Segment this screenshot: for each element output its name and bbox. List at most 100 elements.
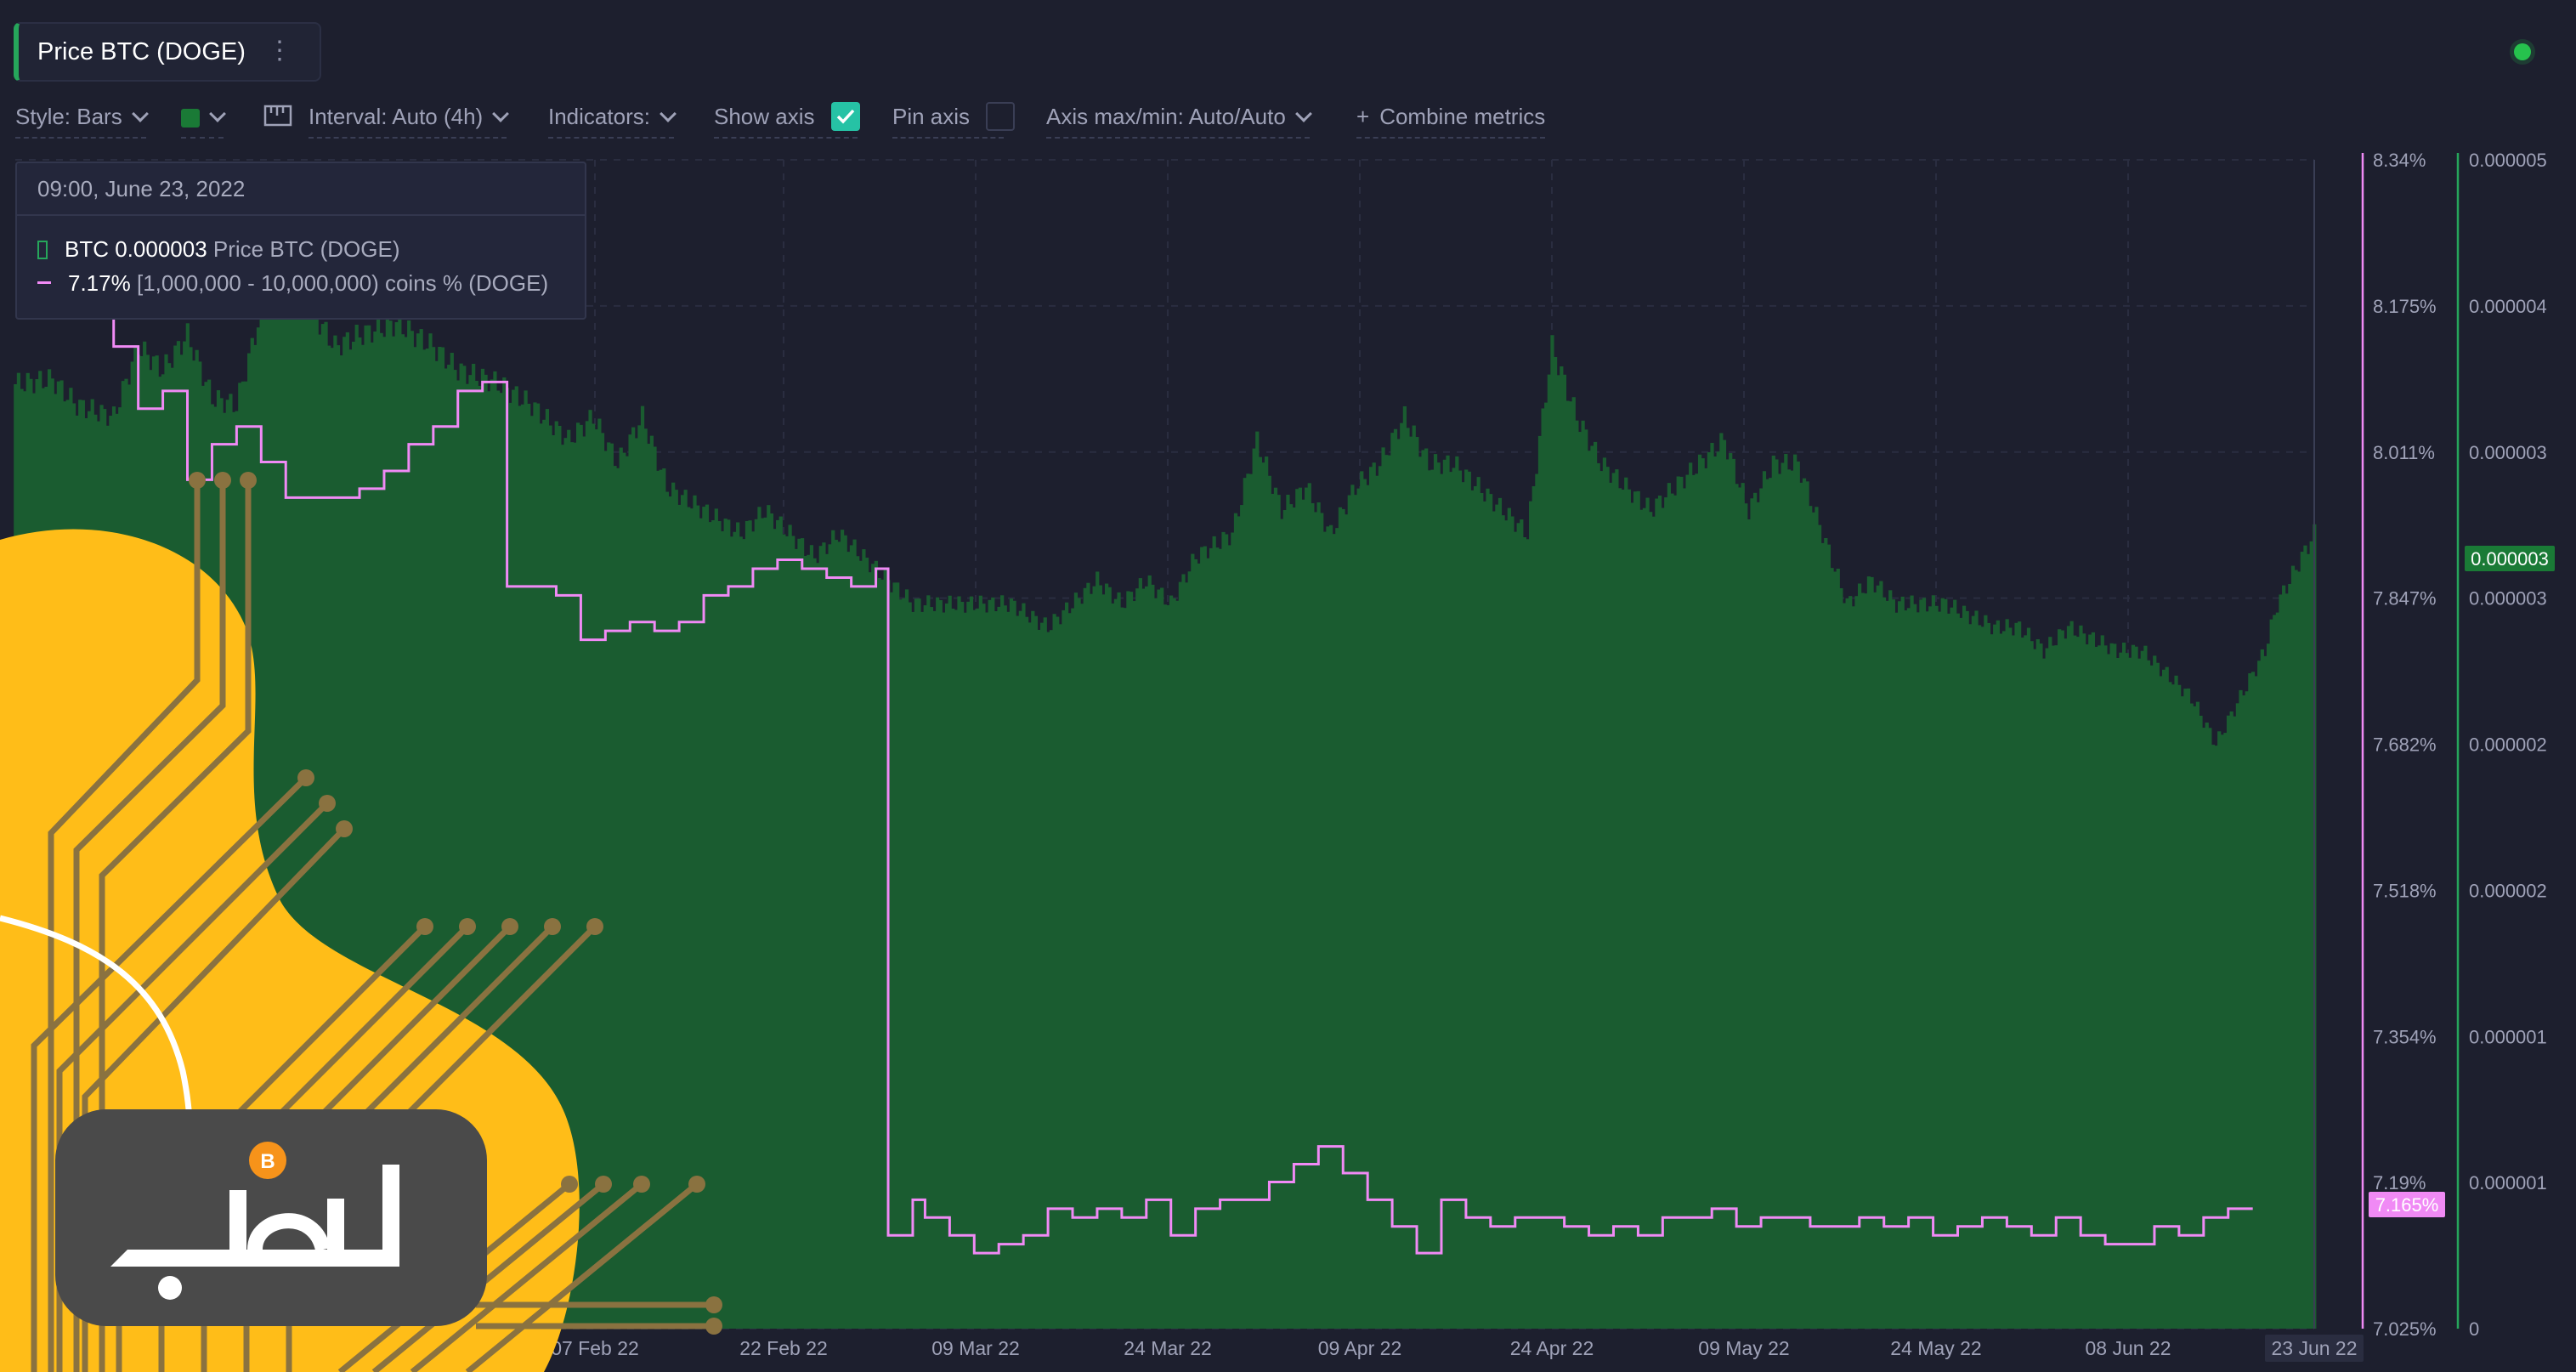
price-bar <box>2033 649 2037 1329</box>
price-bar <box>1741 483 1745 1329</box>
price-bar <box>1642 507 1647 1329</box>
price-bar <box>1258 456 1263 1329</box>
price-bar <box>2186 688 2191 1329</box>
price-bar <box>2128 657 2132 1329</box>
price-bar <box>600 433 605 1329</box>
price-bar <box>1185 582 1189 1329</box>
price-bar <box>689 508 694 1329</box>
price-bar <box>1984 615 1988 1329</box>
price-bar <box>1670 493 1674 1329</box>
price-bar <box>1584 429 1588 1329</box>
price-bar <box>1682 488 1687 1329</box>
price-bar <box>2143 645 2148 1329</box>
price-bar <box>1470 490 1475 1329</box>
price-bar <box>1802 478 1807 1329</box>
price-bar <box>1151 584 1155 1329</box>
price-bar <box>2115 657 2120 1329</box>
price-bar <box>1695 473 1699 1329</box>
price-bar <box>2273 615 2277 1329</box>
price-bar <box>1786 469 1792 1329</box>
price-bar <box>2149 665 2154 1329</box>
price-bar <box>1777 473 1782 1329</box>
price-bar <box>1326 526 1330 1329</box>
price-bar <box>2309 541 2313 1329</box>
price-bar <box>1556 375 1560 1329</box>
price-bar <box>2250 672 2256 1329</box>
price-bar <box>1003 605 1007 1329</box>
price-bar <box>1101 594 1106 1329</box>
price-bar <box>723 519 728 1329</box>
percent-axis-ticks: 8.34% 8.175% 8.011% 7.847% 7.682% 7.518% 7.354… <box>2373 150 2437 1340</box>
price-bar <box>1667 483 1671 1329</box>
price-bar <box>1345 514 1349 1329</box>
price-bar <box>1759 488 1764 1329</box>
price-bar <box>957 596 961 1329</box>
price-bar <box>1476 477 1480 1329</box>
price-bar <box>2094 646 2098 1329</box>
date-tick-label: 24 Apr 22 <box>1510 1337 1594 1359</box>
price-bar <box>1784 453 1788 1329</box>
price-bar <box>1067 613 1072 1329</box>
price-bar <box>1273 487 1278 1329</box>
price-bar <box>1455 456 1459 1329</box>
price-bar <box>1408 436 1413 1329</box>
price-bar <box>693 495 697 1329</box>
price-bar <box>2223 733 2228 1329</box>
price-bar <box>1362 479 1367 1329</box>
percent-tick-label: 7.19% <box>2373 1172 2426 1193</box>
price-bar <box>1581 420 1585 1329</box>
price-bar <box>1685 474 1690 1329</box>
price-bar <box>883 569 887 1329</box>
price-bar <box>816 563 820 1329</box>
price-bar <box>1080 604 1084 1329</box>
price-bar <box>637 425 642 1329</box>
price-bar <box>1946 613 1951 1329</box>
price-bar <box>2300 552 2304 1329</box>
price-bar <box>744 520 750 1329</box>
price-bar <box>1959 617 1963 1329</box>
price-bar <box>1811 512 1815 1329</box>
price-bar <box>1605 467 1610 1329</box>
price-bar <box>1655 498 1659 1329</box>
price-bar <box>720 530 725 1329</box>
price-bar <box>782 534 786 1329</box>
price-bar <box>1172 598 1176 1329</box>
price-bar <box>1571 397 1576 1329</box>
price-bar <box>1157 589 1161 1329</box>
price-bar <box>1636 490 1640 1329</box>
price-bar <box>714 508 718 1329</box>
price-bar <box>2075 637 2080 1329</box>
price-bar <box>1701 458 1705 1329</box>
price-bar <box>2294 570 2298 1329</box>
price-bar <box>1356 488 1361 1329</box>
price-bar <box>2035 638 2040 1329</box>
price-bar <box>1615 469 1619 1329</box>
price-bar <box>1492 511 1496 1329</box>
price-bar <box>1836 568 1840 1329</box>
price-bar <box>757 507 761 1329</box>
price-bar <box>852 539 857 1329</box>
price-bar <box>938 600 943 1329</box>
price-bar <box>1529 501 1533 1329</box>
price-bar <box>1221 531 1226 1329</box>
price-bar <box>904 589 909 1329</box>
price-bar <box>1664 497 1668 1329</box>
price-bar <box>1587 451 1591 1329</box>
percent-tick-label: 7.518% <box>2373 880 2437 901</box>
price-bar <box>1805 481 1809 1329</box>
price-bar <box>1305 487 1309 1329</box>
price-tick-label: 0 <box>2469 1318 2479 1340</box>
price-bar <box>1510 516 1514 1329</box>
price-bar <box>1191 553 1195 1329</box>
price-bar <box>1547 374 1551 1329</box>
price-bar <box>2024 635 2028 1329</box>
price-bar <box>1058 624 1062 1329</box>
percent-tick-label: 7.354% <box>2373 1026 2437 1047</box>
price-bar <box>794 548 798 1329</box>
price-bar <box>1504 520 1509 1329</box>
price-bar <box>1990 634 1994 1329</box>
price-bar <box>2155 662 2160 1329</box>
price-bar <box>1482 501 1487 1329</box>
price-bar <box>1271 493 1275 1329</box>
price-bar <box>1461 482 1465 1329</box>
